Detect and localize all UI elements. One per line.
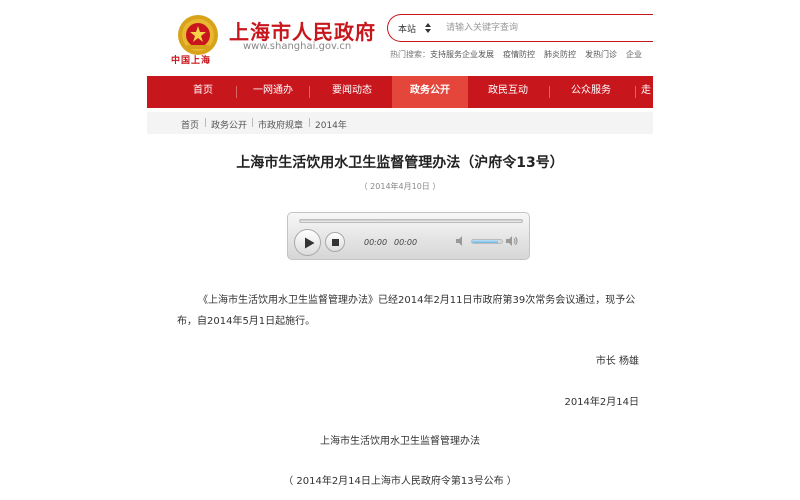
emblem-caption: 中国上海 <box>171 56 212 66</box>
volume-level <box>472 240 498 243</box>
breadcrumb: 首页 | 政务公开 | 市政府规章 | 2014年 <box>147 112 653 134</box>
article-signatory: 市长 杨雄 <box>595 356 639 367</box>
main-nav: 首页 一网通办 要闻动态 政务公开 政民互动 公众服务 走 <box>147 76 653 108</box>
volume-high-icon[interactable] <box>506 235 518 247</box>
stop-icon <box>332 239 339 246</box>
stop-button[interactable] <box>325 232 345 252</box>
page: 中国上海 上海市人民政府 www.shanghai.gov.cn 本站 热门搜索… <box>147 0 653 500</box>
volume-slider[interactable] <box>471 239 503 244</box>
nav-item-interaction[interactable]: 政民互动 <box>469 76 547 108</box>
site-domain: www.shanghai.gov.cn <box>243 41 352 52</box>
search-scope[interactable]: 本站 <box>398 22 416 35</box>
breadcrumb-year[interactable]: 2014年 <box>315 118 347 131</box>
nav-item-gov-affairs[interactable]: 政务公开 <box>392 76 468 108</box>
nav-divider <box>236 86 237 98</box>
article-date: （ 2014年4月10日 ） <box>359 182 441 191</box>
nav-item-public-service[interactable]: 公众服务 <box>553 76 629 108</box>
hot-search-term[interactable]: 肺炎防控 <box>544 50 576 59</box>
article-promulgation: （ 2014年2月14日上海市人民政府令第13号公布 ） <box>283 476 517 487</box>
hot-search-label: 热门搜索： <box>390 50 430 59</box>
search-input[interactable] <box>446 20 653 36</box>
article-sign-date: 2014年2月14日 <box>564 397 639 408</box>
chevron-updown-icon[interactable] <box>424 19 432 37</box>
audio-player: 00:00 00:00 <box>287 212 530 260</box>
breadcrumb-separator: | <box>251 118 255 128</box>
hot-search-term[interactable]: 疫情防控 <box>503 50 535 59</box>
play-button[interactable] <box>294 229 321 256</box>
article-paragraph: 《上海市生活饮用水卫生监督管理办法》已经2014年2月11日市政府第39次常务会… <box>177 295 636 327</box>
audio-current-time: 00:00 <box>364 238 388 247</box>
volume-low-icon[interactable] <box>455 235 467 247</box>
nav-item-news[interactable]: 要闻动态 <box>313 76 391 108</box>
breadcrumb-separator: | <box>308 118 312 128</box>
site-header: 中国上海 上海市人民政府 www.shanghai.gov.cn 本站 热门搜索… <box>147 0 653 76</box>
nav-item-more[interactable]: 走 <box>641 76 653 108</box>
audio-progress-bar[interactable] <box>299 219 523 223</box>
hot-search: 热门搜索：支持服务企业发展 疫情防控 肺炎防控 发热门诊 企业 <box>390 49 651 60</box>
article-subtitle: 上海市生活饮用水卫生监督管理办法 <box>320 436 480 447</box>
search-box: 本站 <box>387 14 653 42</box>
nav-divider <box>309 86 310 98</box>
breadcrumb-home[interactable]: 首页 <box>181 118 199 131</box>
article-title: 上海市生活饮用水卫生监督管理办法（沪府令13号） <box>236 155 564 171</box>
hot-search-term[interactable]: 支持服务企业发展 <box>430 50 494 59</box>
breadcrumb-separator: | <box>204 118 208 128</box>
play-icon <box>305 237 315 249</box>
nav-divider <box>635 86 636 98</box>
hot-search-term[interactable]: 发热门诊 <box>585 50 617 59</box>
breadcrumb-regulations[interactable]: 市政府规章 <box>258 118 303 131</box>
nav-item-home[interactable]: 首页 <box>173 76 233 108</box>
breadcrumb-gov-affairs[interactable]: 政务公开 <box>211 118 247 131</box>
nav-item-one-network[interactable]: 一网通办 <box>240 76 306 108</box>
national-emblem-icon[interactable] <box>177 14 219 56</box>
nav-divider <box>549 86 550 98</box>
hot-search-term[interactable]: 企业 <box>626 50 642 59</box>
audio-duration: 00:00 <box>394 238 418 247</box>
